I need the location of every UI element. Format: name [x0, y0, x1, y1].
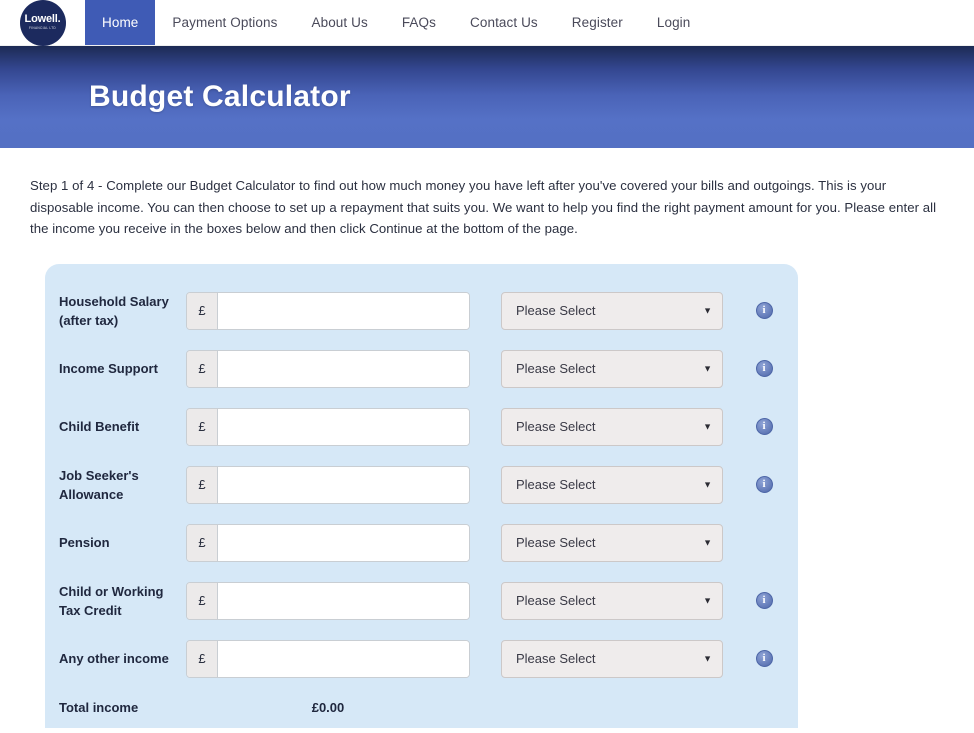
frequency-select-value: Please Select	[516, 651, 596, 666]
frequency-select[interactable]: Please Select ▼	[501, 581, 723, 620]
income-row-label: Household Salary (after tax)	[59, 293, 169, 328]
info-icon[interactable]: i	[755, 592, 773, 609]
income-row: Household Salary (after tax) £ Please Se…	[45, 282, 798, 340]
income-row: Job Seeker's Allowance £ Please Select ▼…	[45, 456, 798, 514]
frequency-select-value: Please Select	[516, 477, 596, 492]
total-income-value: £0.00	[311, 700, 345, 715]
income-row: Pension £ Please Select ▼	[45, 514, 798, 572]
nav-item-home[interactable]: Home	[85, 0, 156, 45]
frequency-select-value: Please Select	[516, 303, 596, 318]
income-form-panel: Household Salary (after tax) £ Please Se…	[45, 263, 798, 728]
income-row: Any other income £ Please Select ▼ i	[45, 630, 798, 688]
income-row-label: Child Benefit	[59, 419, 140, 434]
chevron-down-icon: ▼	[703, 421, 712, 431]
amount-input[interactable]	[218, 640, 469, 677]
nav-item-payment-options[interactable]: Payment Options	[155, 0, 294, 45]
frequency-select-value: Please Select	[516, 361, 596, 376]
amount-input-group[interactable]: £	[186, 407, 470, 446]
currency-prefix: £	[187, 408, 218, 445]
income-row-label: Pension	[59, 535, 110, 550]
nav-item-register[interactable]: Register	[555, 0, 640, 45]
currency-prefix: £	[187, 292, 218, 329]
info-slot: i	[739, 592, 789, 609]
info-slot: i	[739, 418, 789, 435]
chevron-down-icon: ▼	[703, 537, 712, 547]
lowell-logo-icon: Lowell. FINANCIAL LTD	[19, 0, 66, 46]
income-row: Child Benefit £ Please Select ▼ i	[45, 398, 798, 456]
info-icon[interactable]: i	[755, 650, 773, 667]
currency-prefix: £	[187, 350, 218, 387]
info-icon[interactable]: i	[755, 418, 773, 435]
currency-prefix: £	[187, 466, 218, 503]
amount-input[interactable]	[218, 582, 469, 619]
amount-input[interactable]	[218, 524, 469, 561]
amount-input-group[interactable]: £	[186, 349, 470, 388]
amount-input[interactable]	[218, 466, 469, 503]
amount-input[interactable]	[218, 350, 469, 387]
total-income-row: Total income £0.00	[45, 688, 798, 728]
nav-item-list: Home Payment Options About Us FAQs Conta…	[85, 0, 707, 45]
currency-prefix: £	[187, 524, 218, 561]
amount-input-group[interactable]: £	[186, 639, 470, 678]
logo-subtext: FINANCIAL LTD	[28, 26, 57, 31]
amount-input-group[interactable]: £	[186, 465, 470, 504]
income-row-label: Income Support	[59, 361, 158, 376]
frequency-select[interactable]: Please Select ▼	[501, 639, 723, 678]
page-title: Budget Calculator	[89, 80, 351, 113]
info-icon[interactable]: i	[755, 302, 773, 319]
currency-prefix: £	[187, 640, 218, 677]
frequency-select[interactable]: Please Select ▼	[501, 465, 723, 504]
nav-item-login[interactable]: Login	[640, 0, 708, 45]
info-slot	[739, 534, 789, 551]
intro-paragraph: Step 1 of 4 - Complete our Budget Calcul…	[30, 178, 937, 236]
frequency-select[interactable]: Please Select ▼	[501, 291, 723, 330]
amount-input[interactable]	[218, 408, 469, 445]
frequency-select-value: Please Select	[516, 535, 596, 550]
total-income-label: Total income	[59, 700, 139, 715]
income-row: Income Support £ Please Select ▼ i	[45, 340, 798, 398]
chevron-down-icon: ▼	[703, 363, 712, 373]
income-row-label: Job Seeker's Allowance	[59, 467, 139, 502]
frequency-select-value: Please Select	[516, 593, 596, 608]
income-row-label: Any other income	[59, 651, 169, 666]
amount-input-group[interactable]: £	[186, 581, 470, 620]
page-hero-banner: Budget Calculator	[0, 46, 974, 148]
info-slot: i	[739, 476, 789, 493]
info-slot: i	[739, 302, 789, 319]
info-icon[interactable]: i	[755, 360, 773, 377]
income-row-label: Child or Working Tax Credit	[59, 583, 164, 618]
frequency-select-value: Please Select	[516, 419, 596, 434]
amount-input[interactable]	[218, 292, 469, 329]
currency-prefix: £	[187, 582, 218, 619]
amount-input-group[interactable]: £	[186, 523, 470, 562]
logo-wordmark: Lowell.	[24, 13, 61, 26]
income-row: Child or Working Tax Credit £ Please Sel…	[45, 572, 798, 630]
nav-item-faqs[interactable]: FAQs	[385, 0, 453, 45]
frequency-select[interactable]: Please Select ▼	[501, 407, 723, 446]
frequency-select[interactable]: Please Select ▼	[501, 523, 723, 562]
info-slot: i	[739, 650, 789, 667]
site-logo[interactable]: Lowell. FINANCIAL LTD	[0, 0, 85, 46]
chevron-down-icon: ▼	[703, 653, 712, 663]
frequency-select[interactable]: Please Select ▼	[501, 349, 723, 388]
info-icon[interactable]: i	[755, 476, 773, 493]
top-navigation-bar: Lowell. FINANCIAL LTD Home Payment Optio…	[0, 0, 974, 46]
nav-item-about-us[interactable]: About Us	[294, 0, 384, 45]
amount-input-group[interactable]: £	[186, 291, 470, 330]
chevron-down-icon: ▼	[703, 305, 712, 315]
nav-item-contact-us[interactable]: Contact Us	[453, 0, 555, 45]
info-slot: i	[739, 360, 789, 377]
form-panel-wrapper: Household Salary (after tax) £ Please Se…	[0, 263, 974, 728]
chevron-down-icon: ▼	[703, 595, 712, 605]
chevron-down-icon: ▼	[703, 479, 712, 489]
info-icon-placeholder	[756, 534, 773, 551]
